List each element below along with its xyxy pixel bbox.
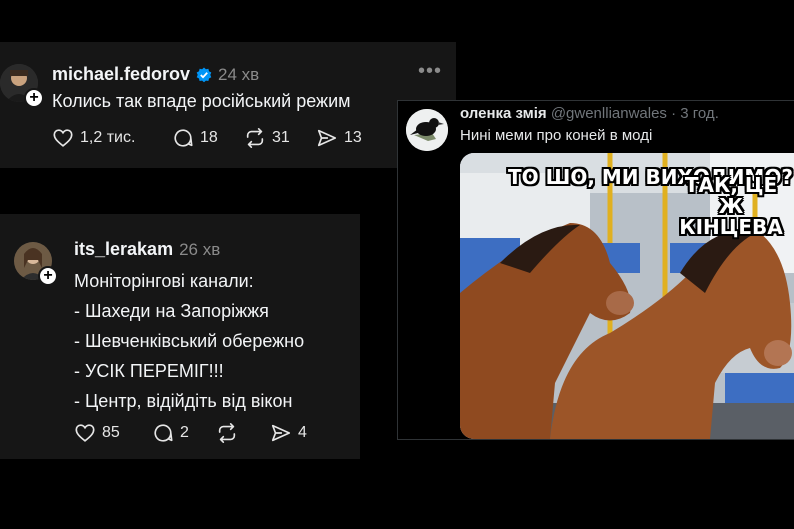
share-icon: [317, 129, 337, 147]
tweet-time: · 3 год.: [671, 105, 719, 122]
post-text-line: Колись так впаде російський режим: [52, 91, 351, 111]
share-icon: [271, 424, 291, 442]
heart-icon: [53, 129, 73, 147]
post-text-line: Моніторінгові канали:: [74, 271, 254, 291]
tweet-text: Нині меми про коней в моді: [460, 127, 653, 144]
repost-button[interactable]: 31: [244, 127, 316, 149]
meme-caption-right: ТАК, ЦЕ Ж КІНЦЕВА: [679, 173, 783, 239]
post-time: 26 хв: [179, 239, 221, 259]
display-name[interactable]: оленка змія: [460, 105, 547, 122]
meme-image[interactable]: ТО ШО, МИ ВИХОДИМО? ТАК, ЦЕ Ж КІНЦЕВА: [460, 153, 794, 439]
post-time: 24 хв: [218, 64, 260, 84]
post-text: Колись так впаде російський режим: [52, 86, 351, 116]
reply-count: 18: [200, 129, 218, 146]
avatar[interactable]: +: [0, 64, 44, 108]
handle[interactable]: @gwenllianwales: [551, 105, 667, 122]
follow-plus-icon[interactable]: +: [24, 88, 44, 108]
post-text: Моніторінгові канали: - Шахеди на Запорі…: [74, 266, 304, 416]
username[interactable]: michael.fedorov: [52, 64, 190, 85]
repost-button[interactable]: [216, 422, 270, 444]
username[interactable]: its_lerakam: [74, 239, 173, 260]
post-actions: 85 2 4: [74, 422, 320, 444]
post-header: its_lerakam 26 хв: [74, 239, 220, 260]
share-button[interactable]: 13: [316, 127, 376, 149]
like-button[interactable]: 1,2 тис.: [52, 127, 172, 149]
avatar[interactable]: +: [14, 242, 58, 286]
repost-icon: [246, 128, 264, 148]
post-actions: 1,2 тис. 18 31 13: [52, 127, 376, 149]
threads-post-1: + michael.fedorov 24 хв ••• Колись так в…: [0, 42, 456, 168]
reply-count: 2: [180, 424, 189, 441]
share-button[interactable]: 4: [270, 422, 320, 444]
follow-plus-icon[interactable]: +: [38, 266, 58, 286]
post-text-line: - Шевченківський обережно: [74, 331, 305, 351]
post-text-line: - Центр, відійдіть від вікон: [74, 391, 293, 411]
like-count: 1,2 тис.: [80, 129, 136, 146]
threads-post-2: + its_lerakam 26 хв Моніторінгові канали…: [0, 214, 360, 459]
reply-button[interactable]: 2: [152, 422, 216, 444]
share-count: 4: [298, 424, 307, 441]
post-text-line: - Шахеди на Запоріжжя: [74, 301, 269, 321]
tweet-header: оленка змія @gwenllianwales · 3 год.: [460, 105, 719, 122]
more-dots-icon[interactable]: •••: [418, 60, 442, 83]
like-count: 85: [102, 424, 120, 441]
heart-icon: [75, 424, 95, 442]
post-header: michael.fedorov 24 хв: [52, 64, 259, 85]
comment-icon: [174, 129, 193, 147]
verified-badge-icon: [196, 67, 212, 82]
comment-icon: [154, 424, 173, 442]
crow-avatar-image: [406, 109, 448, 151]
share-count: 13: [344, 129, 362, 146]
repost-count: 31: [272, 129, 290, 146]
tweet-card[interactable]: оленка змія @gwenllianwales · 3 год. Нин…: [397, 100, 794, 440]
repost-icon: [218, 423, 236, 443]
reply-button[interactable]: 18: [172, 127, 244, 149]
avatar[interactable]: [406, 109, 448, 151]
like-button[interactable]: 85: [74, 422, 152, 444]
post-text-line: - УСІК ПЕРЕМІГ!!!: [74, 361, 224, 381]
